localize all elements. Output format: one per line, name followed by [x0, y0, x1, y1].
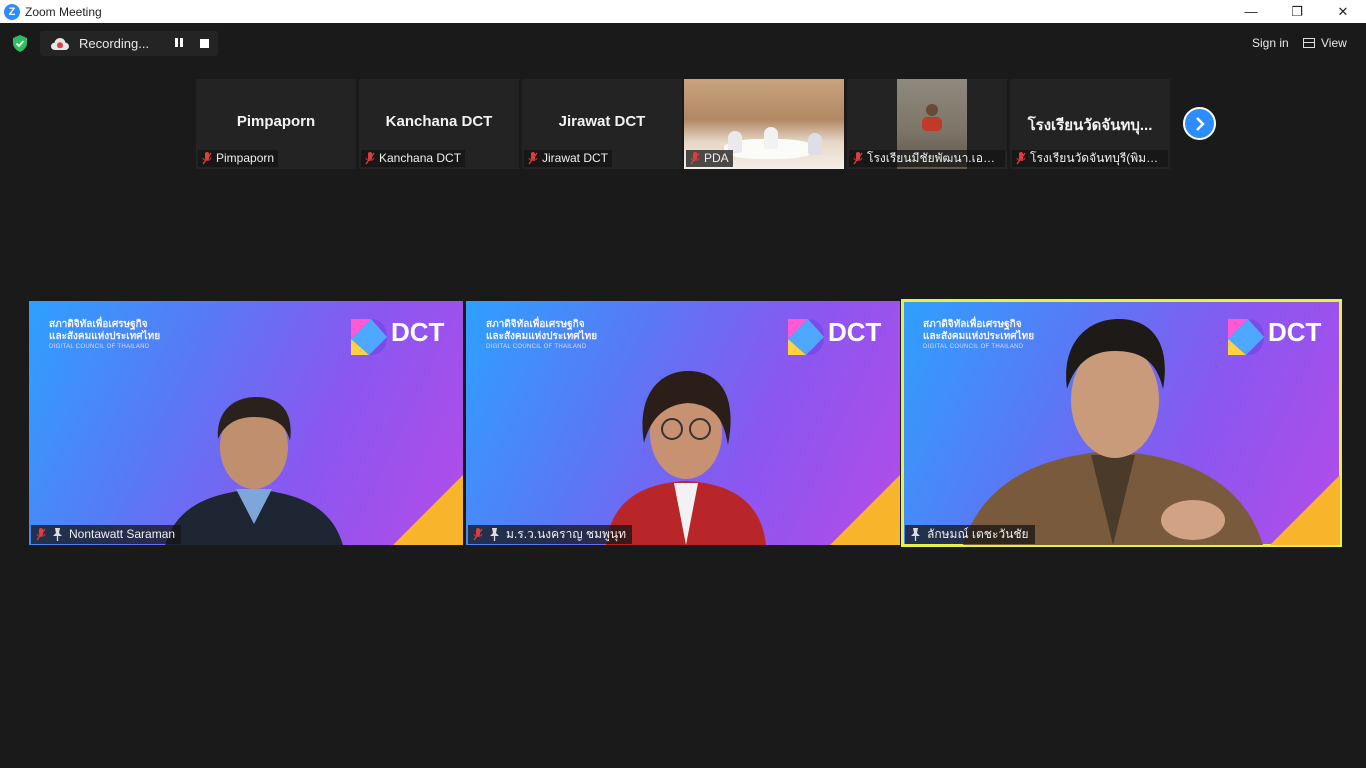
participant-thumbnail-video[interactable]: โรงเรียนมีชัยพัฒนา.เอกชัย: [847, 79, 1007, 169]
speaker-name-text: ม.ร.ว.นงคราญ ชมพูนุท: [506, 527, 627, 541]
recording-indicator: Recording...: [40, 31, 218, 56]
mic-muted-icon: [853, 152, 863, 165]
mic-muted-icon: [1016, 152, 1026, 165]
dct-logo: DCT: [786, 317, 882, 357]
chevron-right-icon: [1195, 116, 1205, 131]
participant-name-display: Kanchana DCT: [385, 113, 493, 130]
speaker-video-tile[interactable]: สภาดิจิทัลเพื่อเศรษฐกิจ และสังคมแห่งประเท…: [466, 301, 900, 545]
cloud-record-icon: [51, 37, 69, 50]
pin-icon: [911, 528, 920, 541]
zoom-app-icon: Z: [4, 3, 20, 20]
participant-label: โรงเรียนมีชัยพัฒนา.เอกชัย: [849, 150, 1005, 167]
sign-in-button[interactable]: Sign in: [1246, 32, 1295, 54]
brand-english-text: DIGITAL COUNCIL OF THAILAND: [49, 344, 150, 350]
brand-thai-text: สภาดิจิทัลเพื่อเศรษฐกิจ และสังคมแห่งประเท…: [49, 319, 161, 342]
participant-thumbnail[interactable]: โรงเรียนวัดจันทบุ... โรงเรียนวัดจันทบุรี…: [1010, 79, 1170, 169]
participant-name-display: Pimpaporn: [236, 113, 316, 130]
speaker-name-label: Nontawatt Saraman: [31, 525, 182, 544]
participant-label-text: โรงเรียนวัดจันทบุรี(พิมพ์ป...: [1030, 151, 1168, 165]
participant-label: Pimpaporn: [198, 150, 279, 167]
participant-thumbnail-video[interactable]: PDA: [684, 79, 844, 169]
participant-label: Kanchana DCT: [361, 150, 466, 167]
pin-icon: [53, 528, 62, 541]
dct-logo-text: DCT: [1268, 317, 1322, 347]
mic-muted-icon: [473, 528, 483, 541]
title-bar: Z Zoom Meeting — ❐ ✕: [0, 0, 1366, 23]
close-button[interactable]: ✕: [1320, 0, 1366, 23]
dct-logo-text: DCT: [828, 317, 882, 347]
participant-label: โรงเรียนวัดจันทบุรี(พิมพ์ป...: [1012, 150, 1168, 167]
next-page-button[interactable]: [1183, 107, 1216, 140]
restore-button[interactable]: ❐: [1274, 0, 1320, 23]
participant-name-display: Jirawat DCT: [558, 113, 646, 130]
participant-label-text: PDA: [704, 151, 729, 165]
dct-logo-text: DCT: [391, 317, 445, 347]
brand-english-text: DIGITAL COUNCIL OF THAILAND: [486, 344, 587, 350]
participant-label-text: Kanchana DCT: [379, 151, 462, 165]
mic-muted-icon: [690, 152, 700, 165]
participant-thumbnail[interactable]: Pimpaporn Pimpaporn: [196, 79, 356, 169]
participant-video-feed: [606, 371, 766, 545]
active-speaker-video-tile[interactable]: สภาดิจิทัลเพื่อเศรษฐกิจ และสังคมแห่งประเท…: [901, 299, 1342, 547]
speaker-name-label: ม.ร.ว.นงคราญ ชมพูนุท: [468, 525, 633, 544]
speaker-name-text: Nontawatt Saraman: [69, 527, 176, 541]
mic-muted-icon: [202, 152, 212, 165]
participant-thumbnail[interactable]: Jirawat DCT Jirawat DCT: [522, 79, 682, 169]
pause-recording-button[interactable]: [173, 38, 185, 50]
speaker-name-label: ลักษมณ์ เตชะวันชัย: [905, 525, 1035, 544]
mic-muted-icon: [365, 152, 375, 165]
view-button[interactable]: View: [1303, 32, 1347, 54]
stop-recording-button[interactable]: [200, 39, 209, 48]
pin-icon: [490, 528, 499, 541]
participant-label: Jirawat DCT: [524, 150, 613, 167]
window-controls: — ❐ ✕: [1228, 0, 1366, 23]
dct-logo: DCT: [349, 317, 445, 357]
speaker-video-tile[interactable]: สภาดิจิทัลเพื่อเศรษฐกิจ และสังคมแห่งประเท…: [29, 301, 463, 545]
speaker-name-text: ลักษมณ์ เตชะวันชัย: [927, 527, 1029, 541]
grid-view-icon: [1303, 38, 1315, 48]
view-label: View: [1321, 36, 1347, 50]
recording-label: Recording...: [79, 36, 150, 51]
shield-icon[interactable]: [12, 35, 28, 52]
window-title: Zoom Meeting: [25, 4, 102, 19]
participant-label-text: โรงเรียนมีชัยพัฒนา.เอกชัย: [867, 151, 1005, 165]
participant-label-text: Jirawat DCT: [542, 151, 609, 165]
participant-name-display: โรงเรียนวัดจันทบุ...: [1027, 117, 1153, 134]
participant-video-feed: [963, 319, 1263, 545]
participant-thumbnail[interactable]: Kanchana DCT Kanchana DCT: [359, 79, 519, 169]
mic-muted-icon: [528, 152, 538, 165]
participant-video-feed: [165, 397, 343, 545]
participant-label: PDA: [686, 150, 733, 167]
brand-thai-text: สภาดิจิทัลเพื่อเศรษฐกิจ และสังคมแห่งประเท…: [486, 319, 598, 342]
participant-label-text: Pimpaporn: [216, 151, 275, 165]
mic-muted-icon: [36, 528, 46, 541]
minimize-button[interactable]: —: [1228, 0, 1274, 23]
